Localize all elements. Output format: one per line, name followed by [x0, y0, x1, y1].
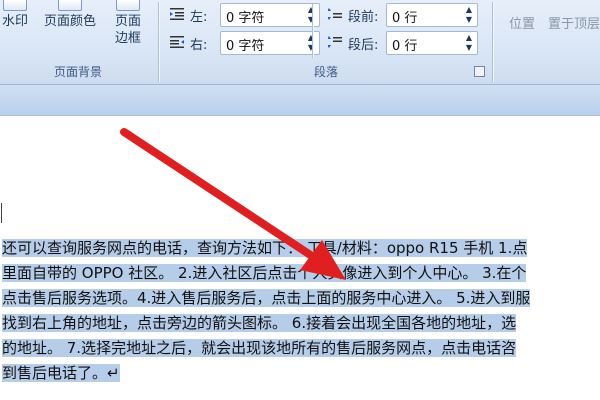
spacing-after-row: 段后: 0 行 ▲ ▼ — [328, 30, 478, 56]
text-line: 还可以查询服务网点的电话，查询方法如下： 工具/材料：oppo R15 手机 1… — [2, 236, 600, 261]
indent-left-icon — [170, 8, 184, 20]
text-cursor — [1, 203, 2, 223]
indent-right-stepper-icon[interactable]: ▲ ▼ — [305, 33, 317, 53]
spacing-before-spinner[interactable]: 0 行 ▲ ▼ — [386, 3, 478, 27]
page-border-label-1: 页面 — [114, 14, 141, 29]
spacing-before-row: 段前: 0 行 ▲ ▼ — [328, 2, 478, 28]
indent-left-spinner[interactable]: 0 字符 ▲ ▼ — [220, 3, 320, 27]
selected-text[interactable]: 点击售后服务选项。4.进入售后服务后，点击上面的服务中心进入。 5.进入到服 — [2, 289, 531, 307]
page-color-button[interactable]: 页面颜色 — [38, 0, 102, 30]
indent-right-icon — [170, 36, 184, 48]
text-line: 到售后电话了。↵ — [2, 361, 600, 386]
text-line: 的地址。 7.选择完地址之后，就会出现该地所有的售后服务网点，点击电话咨 — [2, 336, 600, 361]
selected-text[interactable]: 还可以查询服务网点的电话，查询方法如下： 工具/材料：oppo R15 手机 1… — [2, 239, 528, 257]
page-border-icon — [116, 0, 140, 11]
arrange-group: 位置 置于顶层 — [496, 0, 600, 84]
page-background-group-label: 页面背景 — [53, 65, 102, 79]
paragraph-group-label: 段落 — [313, 65, 338, 79]
spacing-after-label: 段后: — [348, 38, 379, 53]
indent-left-stepper-icon[interactable]: ▲ ▼ — [305, 5, 317, 25]
page-border-label-2: 边框 — [114, 31, 141, 46]
page-color-label: 页面颜色 — [43, 14, 96, 29]
spacing-before-value: 0 行 — [392, 11, 418, 26]
paragraph-group: 左: 0 字符 ▲ ▼ 右: 0 字符 ▲ ▼ 段前: 0 行 ▲ ▼ 段后: … — [162, 0, 490, 84]
paragraph-inner-separator — [312, 4, 313, 58]
page-background-group: 水印 页面颜色 页面 边框 页面背景 — [0, 0, 156, 84]
selected-text[interactable]: 里面自带的 OPPO 社区。 2.进入社区后点击个人头像进入到个人中心。 3.在… — [2, 264, 527, 282]
paragraph-dialog-launcher-icon[interactable] — [474, 66, 485, 77]
position-button[interactable]: 位置 — [502, 16, 542, 33]
spacing-after-stepper-icon[interactable]: ▲ ▼ — [463, 33, 475, 53]
ribbon: 水印 页面颜色 页面 边框 页面背景 左: 0 字符 ▲ ▼ 右: 0 字符 ▲… — [0, 0, 600, 85]
indent-right-label: 右: — [190, 38, 208, 53]
spacing-before-icon — [328, 8, 342, 20]
text-line: 找到右上角的地址，点击旁边的箭头图标。 6.接着会出现全国各地的地址，选 — [2, 311, 600, 336]
page-border-button[interactable]: 页面 边框 — [108, 0, 148, 47]
bring-to-front-label: 置于顶层 — [548, 17, 600, 32]
group-separator — [158, 2, 159, 82]
selected-text[interactable]: 的地址。 7.选择完地址之后，就会出现该地所有的售后服务网点，点击电话咨 — [2, 339, 517, 357]
indent-left-label: 左: — [190, 10, 208, 25]
page-color-icon — [58, 0, 82, 11]
spacing-before-stepper-icon[interactable]: ▲ ▼ — [463, 5, 475, 25]
watermark-button[interactable]: 水印 — [0, 0, 32, 30]
watermark-icon — [3, 0, 27, 11]
bring-to-front-button[interactable]: 置于顶层 — [548, 16, 600, 33]
spacing-after-spinner[interactable]: 0 行 ▲ ▼ — [386, 31, 478, 55]
ribbon-bottom-band — [0, 85, 600, 116]
spacing-before-label: 段前: — [348, 10, 379, 25]
selected-text[interactable]: 找到右上角的地址，点击旁边的箭头图标。 6.接着会出现全国各地的地址，选 — [2, 314, 517, 332]
text-line: 里面自带的 OPPO 社区。 2.进入社区后点击个人头像进入到个人中心。 3.在… — [2, 261, 600, 286]
indent-right-value: 0 字符 — [226, 39, 265, 54]
selected-text[interactable]: 到售后电话了。↵ — [2, 364, 120, 382]
indent-left-value: 0 字符 — [226, 11, 265, 26]
group-separator — [492, 2, 493, 82]
document-text[interactable]: 还可以查询服务网点的电话，查询方法如下： 工具/材料：oppo R15 手机 1… — [2, 236, 600, 386]
watermark-label: 水印 — [1, 14, 28, 29]
text-line: 点击售后服务选项。4.进入售后服务后，点击上面的服务中心进入。 5.进入到服 — [2, 286, 600, 311]
position-label: 位置 — [508, 17, 535, 32]
indent-left-row: 左: 0 字符 ▲ ▼ — [170, 2, 320, 28]
spacing-after-value: 0 行 — [392, 39, 418, 54]
indent-right-spinner[interactable]: 0 字符 ▲ ▼ — [220, 31, 320, 55]
spacing-after-icon — [328, 36, 342, 48]
indent-right-row: 右: 0 字符 ▲ ▼ — [170, 30, 320, 56]
